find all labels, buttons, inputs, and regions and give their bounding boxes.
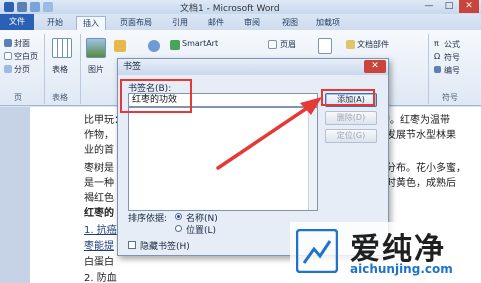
tab-addins[interactable]: 加载项 bbox=[312, 16, 344, 30]
smartart-button[interactable]: SmartArt bbox=[182, 39, 218, 48]
title-bar: 文档1 - Microsoft Word — □ ✕ bbox=[0, 0, 481, 14]
cover-page-icon bbox=[4, 39, 12, 47]
watermark-logo-icon bbox=[296, 229, 338, 273]
ribbon-separator bbox=[428, 34, 429, 104]
window-title: 文档1 - Microsoft Word bbox=[180, 4, 280, 14]
doc-line: 褐红色 bbox=[84, 193, 114, 204]
tab-review[interactable]: 审阅 bbox=[240, 16, 264, 30]
cover-page-button[interactable]: 封面 bbox=[14, 38, 30, 49]
sort-by-location-radio[interactable] bbox=[175, 225, 182, 232]
doc-line: 作物， bbox=[84, 130, 114, 141]
hidden-bookmarks-label[interactable]: 隐藏书签(H) bbox=[140, 239, 190, 252]
docparts-icon bbox=[346, 40, 355, 49]
hidden-bookmarks-checkbox[interactable] bbox=[128, 241, 136, 249]
tab-home[interactable]: 开始 bbox=[42, 16, 68, 30]
doc-line: 白蛋白 bbox=[84, 257, 114, 268]
header-icon bbox=[268, 40, 277, 49]
page-break-button[interactable]: 分页 bbox=[14, 64, 30, 75]
symbol-button[interactable]: 符号 bbox=[444, 52, 460, 63]
pages-group-label: 页 bbox=[14, 93, 22, 102]
undo-icon[interactable] bbox=[30, 2, 40, 12]
shapes-icon[interactable] bbox=[148, 40, 160, 52]
word-app-icon bbox=[4, 2, 14, 12]
doc-line: 业的首 bbox=[84, 145, 114, 156]
table-group-label: 表格 bbox=[52, 93, 68, 102]
tab-references[interactable]: 引用 bbox=[168, 16, 192, 30]
list-scrollbar[interactable] bbox=[308, 108, 317, 210]
symbols-group-label: 符号 bbox=[442, 93, 458, 102]
ribbon-separator bbox=[80, 34, 81, 104]
picture-icon[interactable] bbox=[86, 38, 106, 58]
omega-icon: Ω bbox=[434, 52, 441, 61]
close-icon[interactable]: ✕ bbox=[459, 0, 479, 13]
tab-view[interactable]: 视图 bbox=[278, 16, 302, 30]
redo-icon[interactable] bbox=[43, 2, 53, 12]
header-button[interactable]: 页眉 bbox=[280, 39, 296, 50]
doc-line-right: 有分布。花小多蜜， bbox=[376, 163, 466, 174]
add-button[interactable]: 添加(A) bbox=[325, 93, 377, 107]
formula-button[interactable]: 公式 bbox=[444, 39, 460, 50]
table-icon[interactable] bbox=[52, 38, 72, 58]
watermark-url: aichunjing.com bbox=[350, 262, 453, 276]
quick-access-toolbar bbox=[4, 2, 53, 12]
window-controls: — □ ✕ bbox=[419, 0, 479, 13]
blank-page-button[interactable]: 空白页 bbox=[14, 51, 38, 62]
bookmark-name-input[interactable]: 红枣的功效 bbox=[128, 93, 318, 107]
docparts-button[interactable]: 文档部件 bbox=[357, 39, 389, 50]
pi-icon: π bbox=[434, 39, 439, 48]
doc-heading: 红枣的 bbox=[84, 208, 114, 219]
sort-by-location-label[interactable]: 位置(L) bbox=[186, 223, 216, 236]
dialog-title: 书签 bbox=[118, 59, 388, 75]
picture-button[interactable]: 图片 bbox=[88, 64, 104, 75]
save-icon[interactable] bbox=[17, 2, 27, 12]
tab-mailings[interactable]: 邮件 bbox=[204, 16, 228, 30]
tab-insert[interactable]: 插入 bbox=[76, 16, 106, 30]
blank-page-icon bbox=[4, 52, 12, 60]
doc-line: 2. 防血 bbox=[84, 273, 117, 283]
doc-line: 枣树是 bbox=[84, 163, 114, 174]
tab-page-layout[interactable]: 页面布局 bbox=[116, 16, 156, 30]
sort-by-name-radio[interactable] bbox=[175, 213, 182, 220]
table-button[interactable]: 表格 bbox=[52, 64, 68, 75]
ribbon-separator bbox=[44, 34, 45, 104]
tab-file[interactable]: 文件 bbox=[0, 14, 34, 30]
number-button[interactable]: 编号 bbox=[444, 65, 460, 76]
textbox-icon[interactable] bbox=[318, 38, 332, 54]
smartart-icon bbox=[170, 40, 180, 50]
doc-line: 1. 抗癌 bbox=[84, 225, 117, 236]
numbering-icon bbox=[434, 66, 441, 73]
doc-line: 枣能提 bbox=[84, 241, 114, 252]
maximize-icon[interactable]: □ bbox=[439, 0, 459, 13]
goto-button[interactable]: 定位(G) bbox=[325, 129, 377, 143]
minimize-icon[interactable]: — bbox=[419, 0, 439, 13]
sort-label: 排序依据: bbox=[128, 214, 168, 224]
clipart-icon[interactable] bbox=[114, 40, 126, 52]
delete-button[interactable]: 删除(D) bbox=[325, 111, 377, 125]
close-icon[interactable]: ✕ bbox=[364, 60, 386, 73]
watermark: 爱纯净 aichunjing.com bbox=[290, 222, 481, 283]
doc-line: 是一种 bbox=[84, 178, 114, 189]
page-break-icon bbox=[4, 65, 12, 73]
ribbon-tabs: 文件 开始 插入 页面布局 引用 邮件 审阅 视图 加载项 bbox=[0, 14, 481, 30]
bookmark-list[interactable] bbox=[128, 107, 318, 211]
